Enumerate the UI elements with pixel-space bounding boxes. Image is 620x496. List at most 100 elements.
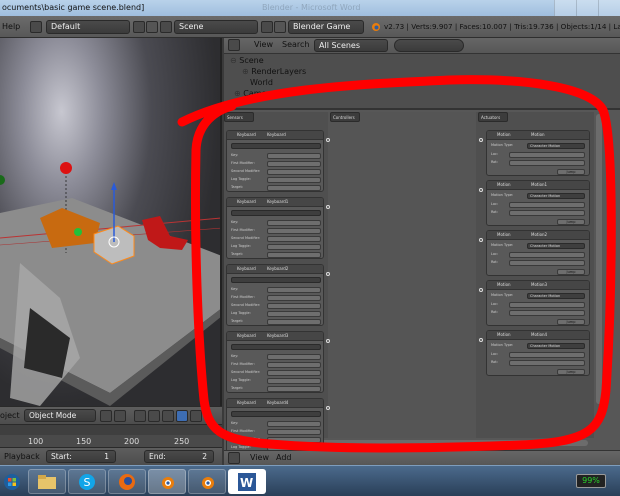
sensor-field[interactable] — [267, 370, 321, 376]
actuator-name[interactable]: Motion3 — [531, 282, 547, 287]
layout-selector[interactable]: Default — [46, 20, 130, 34]
sensor-brick[interactable]: Keyboard Keyboard2 Key: First Modifier: Seco… — [226, 264, 324, 326]
sensor-name[interactable]: Keyboard1 — [267, 199, 288, 204]
sensor-field[interactable] — [267, 228, 321, 234]
shading-icon[interactable] — [100, 410, 112, 422]
sensor-mode-buttons[interactable] — [231, 143, 321, 149]
sensor-type[interactable]: Keyboard — [237, 132, 256, 137]
add-scene-icon[interactable] — [261, 21, 273, 33]
logic-view-menu[interactable]: View — [250, 453, 269, 462]
motion-vector-field[interactable] — [509, 360, 585, 366]
sensor-field[interactable] — [267, 311, 321, 317]
logic-scrollbar[interactable] — [596, 114, 602, 404]
actuator-type[interactable]: Motion — [497, 182, 511, 187]
jump-button[interactable]: Jump — [557, 169, 585, 175]
pivot-icon[interactable] — [114, 410, 126, 422]
mode-selector[interactable]: Object Mode — [24, 409, 96, 422]
sensor-field[interactable] — [267, 362, 321, 368]
scene-selector[interactable]: Scene — [174, 20, 258, 34]
logic-editor-icon[interactable] — [228, 452, 240, 464]
sensor-link-dot[interactable] — [326, 205, 330, 209]
sensor-field[interactable] — [267, 244, 321, 250]
start-frame-field[interactable]: Start: 1 — [46, 450, 116, 463]
object-menu[interactable]: oject — [0, 411, 20, 420]
sensor-type[interactable]: Keyboard — [237, 400, 256, 405]
blender-icon-2[interactable] — [188, 469, 226, 494]
translate-icon[interactable] — [148, 410, 160, 422]
motion-type-select[interactable]: Character Motion — [527, 293, 585, 299]
sensor-mode-buttons[interactable] — [231, 277, 321, 283]
end-frame-field[interactable]: End: 2 — [144, 450, 214, 463]
actuator-brick[interactable]: Motion Motion Motion Type: Character Motion… — [486, 130, 590, 176]
close-button[interactable] — [598, 0, 620, 16]
folder-icon[interactable] — [28, 469, 66, 494]
start-orb-icon[interactable] — [2, 469, 22, 494]
sensor-mode-buttons[interactable] — [231, 210, 321, 216]
actuator-name[interactable]: Motion — [531, 132, 545, 137]
logic-editor[interactable]: Sensors Controllers Actuators Keyboard Ke… — [224, 108, 620, 460]
sensor-brick[interactable]: Keyboard Keyboard1 Key: First Modifier: Seco… — [226, 197, 324, 259]
battery-indicator[interactable]: 99% — [576, 474, 606, 488]
sensor-name[interactable]: Keyboard3 — [267, 333, 288, 338]
sensor-field[interactable] — [267, 295, 321, 301]
sensor-field[interactable] — [267, 437, 321, 443]
sensor-brick[interactable]: Keyboard Keyboard3 Key: First Modifier: Seco… — [226, 331, 324, 393]
jump-button[interactable]: Jump — [557, 319, 585, 325]
outliner-search-menu[interactable]: Search — [282, 40, 309, 49]
jump-button[interactable]: Jump — [557, 369, 585, 375]
actuator-link-dot[interactable] — [479, 138, 483, 142]
help-menu[interactable]: Help — [2, 20, 20, 34]
motion-vector-field[interactable] — [509, 302, 585, 308]
outliner-view-menu[interactable]: View — [254, 40, 273, 49]
motion-vector-field[interactable] — [509, 352, 585, 358]
sensor-field[interactable] — [267, 386, 321, 392]
tree-item-camera[interactable]: ⊕ Camera — [234, 89, 275, 98]
actuator-type[interactable]: Motion — [497, 332, 511, 337]
sensors-header[interactable]: Sensors — [224, 112, 254, 122]
actuator-name[interactable]: Motion2 — [531, 232, 547, 237]
timeline[interactable]: 100 150 200 250 — [0, 424, 222, 447]
3d-viewport[interactable] — [0, 38, 222, 406]
close-scene-icon[interactable] — [274, 21, 286, 33]
sensor-type[interactable]: Keyboard — [237, 199, 256, 204]
logic-add-menu[interactable]: Add — [276, 453, 292, 462]
sensor-field[interactable] — [267, 287, 321, 293]
controllers-header[interactable]: Controllers — [330, 112, 360, 122]
jump-button[interactable]: Jump — [557, 219, 585, 225]
scene-icon[interactable] — [160, 21, 172, 33]
render-engine-selector[interactable]: Blender Game — [288, 20, 364, 34]
motion-vector-field[interactable] — [509, 160, 585, 166]
sensor-field[interactable] — [267, 319, 321, 325]
actuator-link-dot[interactable] — [479, 238, 483, 242]
motion-vector-field[interactable] — [509, 152, 585, 158]
motion-type-select[interactable]: Character Motion — [527, 243, 585, 249]
sensor-field[interactable] — [267, 153, 321, 159]
sensor-field[interactable] — [267, 354, 321, 360]
skype-icon[interactable]: S — [68, 469, 106, 494]
blender-icon[interactable] — [148, 469, 186, 494]
actuator-name[interactable]: Motion4 — [531, 332, 547, 337]
motion-vector-field[interactable] — [509, 310, 585, 316]
sensor-link-dot[interactable] — [326, 272, 330, 276]
actuator-link-dot[interactable] — [479, 288, 483, 292]
sensor-field[interactable] — [267, 220, 321, 226]
orientation-icon[interactable] — [190, 410, 202, 422]
motion-vector-field[interactable] — [509, 210, 585, 216]
scale-icon[interactable] — [176, 410, 188, 422]
sensor-field[interactable] — [267, 378, 321, 384]
actuator-name[interactable]: Motion1 — [531, 182, 547, 187]
sensor-field[interactable] — [267, 252, 321, 258]
sensor-brick[interactable]: Keyboard Keyboard Key: First Modifier: Secon… — [226, 130, 324, 192]
motion-type-select[interactable]: Character Motion — [527, 143, 585, 149]
maximize-button[interactable] — [576, 0, 598, 16]
sensor-mode-buttons[interactable] — [231, 344, 321, 350]
sensor-name[interactable]: Keyboard4 — [267, 400, 288, 405]
actuator-link-dot[interactable] — [479, 188, 483, 192]
motion-vector-field[interactable] — [509, 260, 585, 266]
close-layout-icon[interactable] — [146, 21, 158, 33]
motion-vector-field[interactable] — [509, 202, 585, 208]
actuator-type[interactable]: Motion — [497, 232, 511, 237]
sensor-field[interactable] — [267, 236, 321, 242]
sensor-type[interactable]: Keyboard — [237, 333, 256, 338]
actuator-type[interactable]: Motion — [497, 282, 511, 287]
